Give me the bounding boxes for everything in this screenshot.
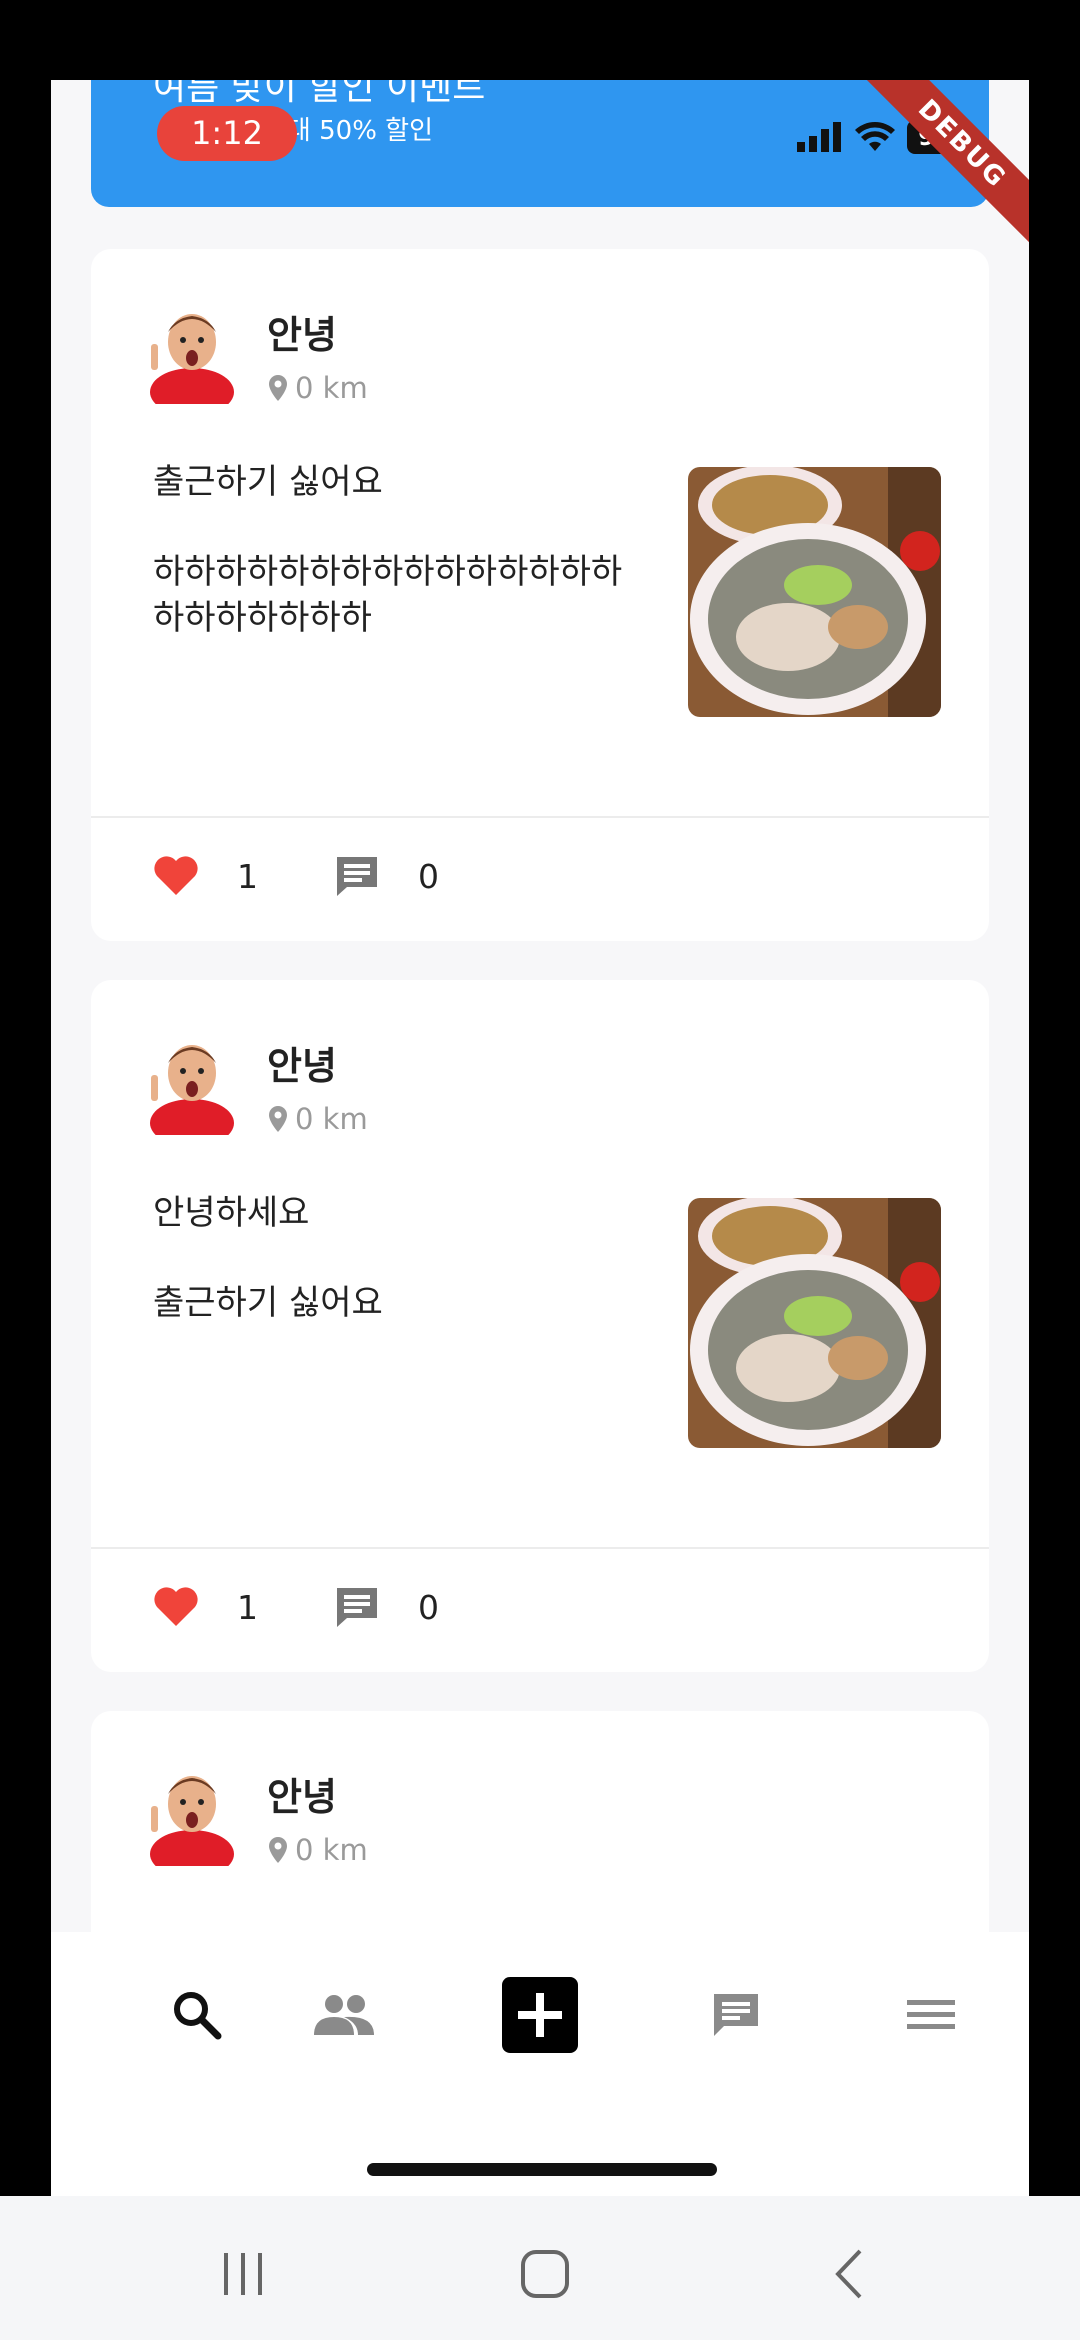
chat-icon bbox=[714, 1994, 758, 2036]
post-image[interactable] bbox=[688, 467, 941, 717]
location-pin-icon bbox=[269, 1837, 287, 1863]
distance-value: 0 km bbox=[295, 1833, 368, 1867]
comment-icon bbox=[337, 857, 377, 896]
distance-label: 0 km bbox=[269, 371, 368, 405]
location-pin-icon bbox=[269, 1106, 287, 1132]
nav-menu[interactable] bbox=[893, 1977, 969, 2053]
like-button[interactable]: 1 bbox=[153, 855, 334, 897]
heart-icon bbox=[154, 1587, 198, 1626]
post-paragraph: 하하하하하하하하하하하하하하하하하하하하하하 bbox=[153, 552, 623, 638]
heart-icon bbox=[154, 856, 198, 895]
comment-count: 0 bbox=[418, 1587, 439, 1627]
divider bbox=[91, 816, 989, 818]
post-paragraph: 출근하기 싫어요 bbox=[153, 462, 383, 502]
nav-add-post[interactable] bbox=[502, 1977, 578, 2053]
nav-chat[interactable] bbox=[698, 1977, 774, 2053]
system-nav-bar bbox=[0, 2196, 1080, 2340]
like-count: 1 bbox=[237, 1587, 258, 1627]
avatar[interactable] bbox=[147, 1035, 237, 1135]
distance-label: 0 km bbox=[269, 1833, 368, 1867]
divider bbox=[91, 1547, 989, 1549]
signal-icon bbox=[797, 122, 841, 152]
distance-value: 0 km bbox=[295, 1102, 368, 1136]
comment-icon bbox=[337, 1588, 377, 1627]
author-name[interactable]: 안녕 bbox=[267, 1766, 337, 1821]
post-actions: 1 0 bbox=[153, 851, 515, 901]
wifi-icon bbox=[855, 122, 895, 151]
post-paragraph: 출근하기 싫어요 bbox=[153, 1283, 383, 1323]
status-time: 1:12 bbox=[157, 106, 297, 161]
home-indicator[interactable] bbox=[367, 2163, 717, 2176]
like-button[interactable]: 1 bbox=[153, 1586, 334, 1628]
bottom-nav bbox=[51, 1932, 1029, 2196]
back-icon bbox=[835, 2249, 862, 2299]
author-name[interactable]: 안녕 bbox=[267, 1035, 337, 1090]
home-icon bbox=[521, 2250, 569, 2298]
menu-icon bbox=[907, 2000, 955, 2029]
back-button[interactable] bbox=[820, 2244, 880, 2304]
post-body[interactable]: 출근하기 싫어요 하하하하하하하하하하하하하하하하하하하하하하 bbox=[153, 459, 623, 685]
distance-value: 0 km bbox=[295, 371, 368, 405]
post-paragraph: 안녕하세요 bbox=[153, 1193, 310, 1233]
avatar[interactable] bbox=[147, 1766, 237, 1866]
nav-people[interactable] bbox=[306, 1977, 382, 2053]
recent-apps-icon bbox=[224, 2253, 262, 2295]
comment-button[interactable]: 0 bbox=[334, 854, 515, 898]
promo-banner[interactable]: 여름 맞이 할인 이벤트 최대 50% 할인 1:12 97 bbox=[91, 80, 989, 207]
comment-count: 0 bbox=[418, 856, 439, 896]
like-count: 1 bbox=[237, 856, 258, 896]
location-pin-icon bbox=[269, 375, 287, 401]
avatar[interactable] bbox=[147, 304, 237, 404]
post-body[interactable]: 안녕하세요 출근하기 싫어요 bbox=[153, 1190, 623, 1370]
people-icon bbox=[314, 1995, 374, 2035]
search-icon bbox=[174, 1992, 222, 2040]
post-image[interactable] bbox=[688, 1198, 941, 1448]
home-button[interactable] bbox=[515, 2244, 575, 2304]
distance-label: 0 km bbox=[269, 1102, 368, 1136]
recent-apps-button[interactable] bbox=[213, 2244, 273, 2304]
app-screen: 여름 맞이 할인 이벤트 최대 50% 할인 1:12 97 DEBUG bbox=[51, 80, 1029, 2196]
post-card[interactable]: 안녕 0 km 안녕하세요 출근하기 싫어요 1 0 bbox=[91, 980, 989, 1672]
post-card[interactable]: 안녕 0 km 출근하기 싫어요 하하하하하하하하하하하하하하하하하하하하하하 bbox=[91, 249, 989, 941]
post-actions: 1 0 bbox=[153, 1582, 515, 1632]
comment-button[interactable]: 0 bbox=[334, 1585, 515, 1629]
nav-search[interactable] bbox=[159, 1977, 235, 2053]
add-icon bbox=[502, 1977, 578, 2053]
author-name[interactable]: 안녕 bbox=[267, 304, 337, 359]
